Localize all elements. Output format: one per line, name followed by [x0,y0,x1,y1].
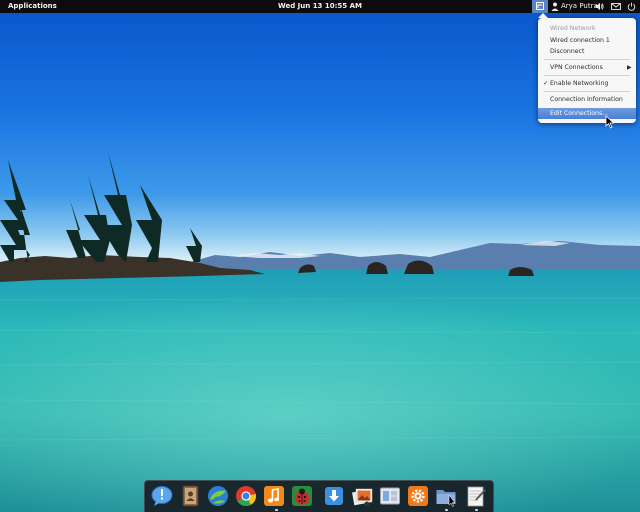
dock [144,480,494,512]
mail-icon[interactable] [611,2,621,11]
music-note-icon [264,486,284,506]
menu-item-edit-connections[interactable]: Edit Connections... [538,108,636,119]
running-indicator [275,509,278,511]
dock-item-photos[interactable] [351,485,373,507]
ladybug-icon [292,486,312,506]
menu-item-enable-networking[interactable]: ✓ Enable Networking [538,78,636,89]
folder-icon [436,490,456,507]
gear-icon [408,486,428,506]
menu-header-wired-network: Wired Network [550,25,596,32]
menu-item-connection-information[interactable]: Connection Information [538,94,636,105]
photos-icon [352,488,373,507]
notepad-icon [467,486,486,507]
submenu-arrow-icon: ▶ [627,64,632,71]
window-icon [380,487,400,505]
download-arrow-icon [325,487,343,505]
power-icon[interactable] [627,2,636,11]
dock-item-music[interactable] [263,485,285,507]
dock-item-messaging[interactable] [151,485,173,507]
midori-icon [208,486,228,506]
dock-item-bug-tracker[interactable] [291,485,313,507]
chrome-icon [236,486,257,507]
address-book-icon [182,485,199,507]
mouse-cursor-icon [605,114,615,129]
dock-item-text-editor[interactable] [465,485,487,507]
menu-separator [544,59,630,60]
menu-item-disconnect[interactable]: Disconnect [538,46,636,57]
volume-icon[interactable] [595,2,604,11]
user-icon [551,0,559,13]
dock-item-downloads[interactable] [323,485,345,507]
speech-bubble-icon [151,486,173,506]
running-indicator [445,509,448,511]
menu-separator [544,91,630,92]
top-panel: Applications Wed Jun 13 10:55 AM Arya Pu… [0,0,640,13]
dock-item-settings[interactable] [407,485,429,507]
dock-item-files[interactable] [435,485,457,507]
menu-separator [544,75,630,76]
user-indicator[interactable]: Arya Putra [551,0,598,13]
network-menu: Wired Network Wired connection 1 Disconn… [538,13,636,123]
menu-item-vpn-connections[interactable]: VPN Connections ▶ [538,62,636,73]
user-name: Arya Putra [561,2,598,10]
running-indicator [475,509,478,511]
dock-item-web-browser[interactable] [207,485,229,507]
dock-item-contacts[interactable] [179,485,201,507]
menu-item-wired-connection[interactable]: Wired connection 1 [538,35,636,46]
dock-item-chrome[interactable] [235,485,257,507]
dock-item-app-switcher[interactable] [379,485,401,507]
network-icon [536,2,544,10]
checkmark-icon: ✓ [543,80,549,87]
network-indicator[interactable] [532,0,548,13]
